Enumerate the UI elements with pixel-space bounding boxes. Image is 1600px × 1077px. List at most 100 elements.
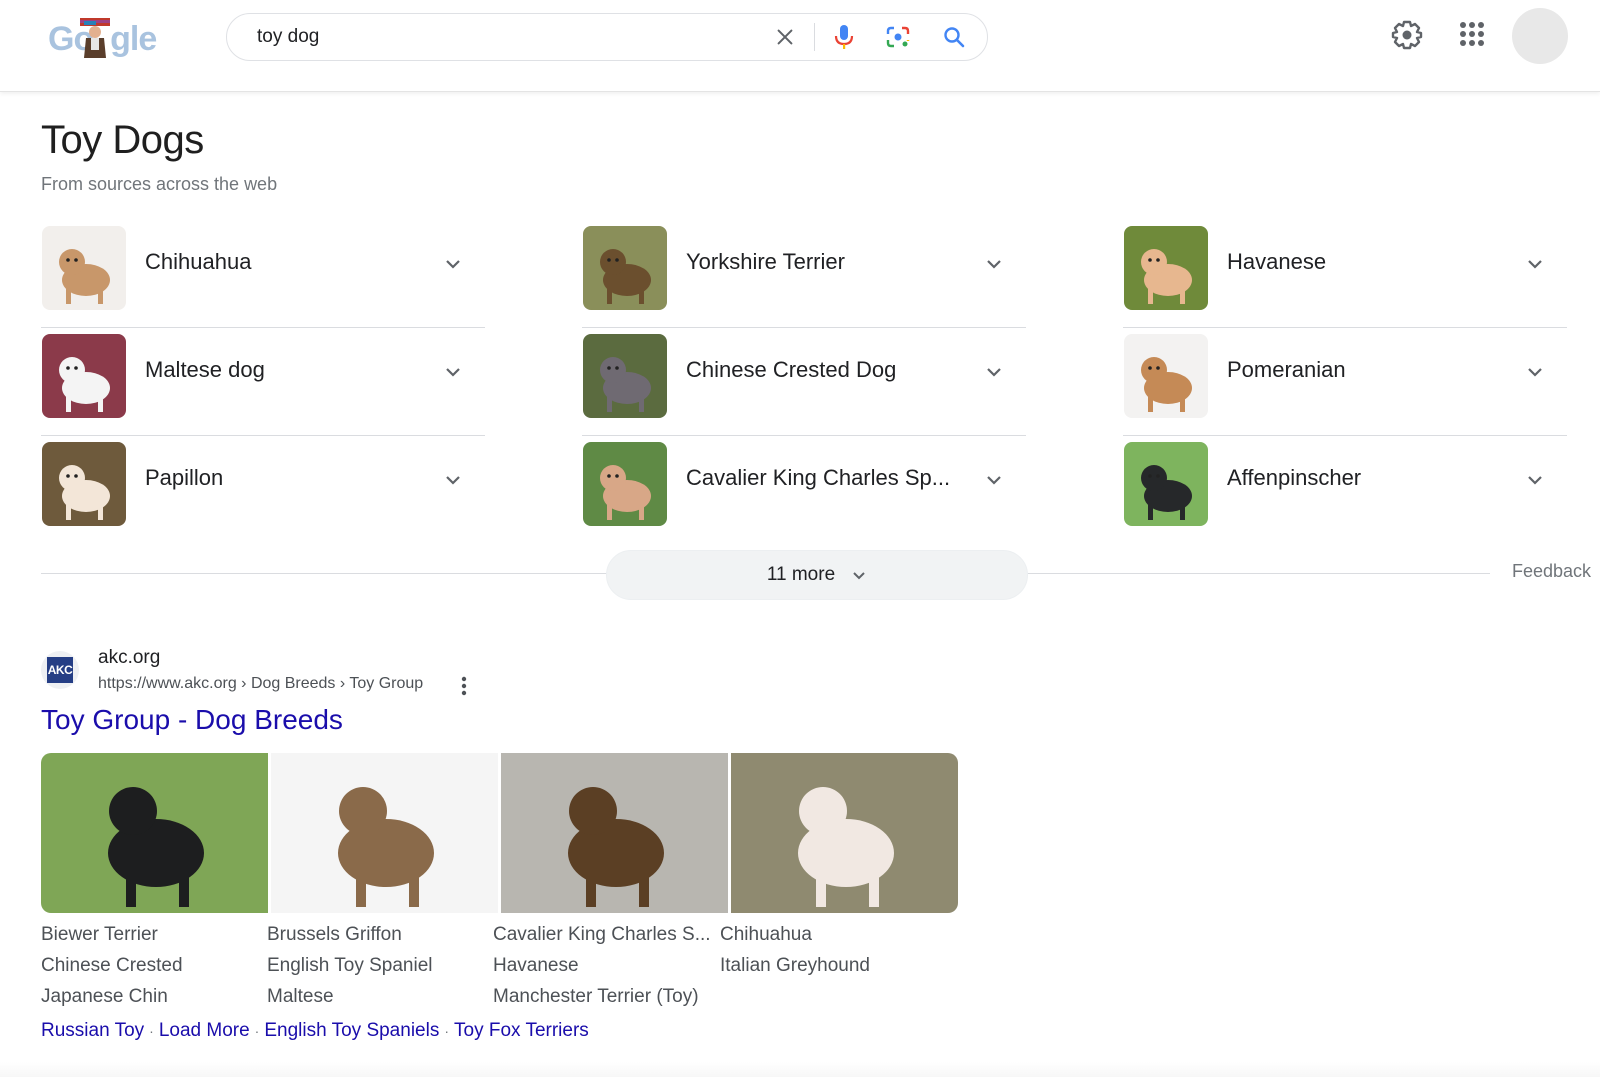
breed-name: Affenpinscher xyxy=(1227,465,1362,490)
breed-link[interactable]: Chinese Crested xyxy=(41,955,273,986)
feedback-link[interactable]: Feedback xyxy=(1512,561,1591,582)
breed-link[interactable]: Havanese xyxy=(493,955,725,986)
dog-photo-icon xyxy=(600,465,651,520)
breed-item[interactable]: Chinese Crested Dog xyxy=(582,328,1026,436)
sitelink[interactable]: Load More xyxy=(159,1020,250,1041)
chevron-down-icon[interactable] xyxy=(1525,362,1545,382)
result-image-strip xyxy=(41,753,958,913)
result-image[interactable] xyxy=(501,753,728,913)
voice-search-button[interactable] xyxy=(829,22,859,52)
dog-photo-icon xyxy=(59,465,110,520)
breed-name: Pomeranian xyxy=(1227,357,1346,382)
chevron-down-icon[interactable] xyxy=(443,470,463,490)
breed-name: Chihuahua xyxy=(145,249,252,274)
more-vert-icon xyxy=(461,676,467,696)
breed-link[interactable]: Japanese Chin xyxy=(41,986,273,1017)
image-search-button[interactable] xyxy=(883,22,913,52)
dog-photo-icon xyxy=(600,357,651,412)
chevron-down-icon[interactable] xyxy=(1525,470,1545,490)
chevron-down-icon[interactable] xyxy=(1525,254,1545,274)
breed-name: Cavalier King Charles Sp... xyxy=(686,465,951,490)
result-image[interactable] xyxy=(731,753,958,913)
dog-photo-icon xyxy=(1141,357,1192,412)
chevron-down-icon[interactable] xyxy=(984,470,1004,490)
panel-title: Toy Dogs xyxy=(41,118,204,162)
result-url-breadcrumb[interactable]: https://www.akc.org › Dog Breeds › Toy G… xyxy=(98,675,423,693)
breed-column: Havanese Pomeranian Affenpinscher xyxy=(1123,220,1567,544)
dog-photo-icon xyxy=(108,787,204,907)
breed-link[interactable]: Italian Greyhound xyxy=(720,955,952,986)
breed-link[interactable]: Biewer Terrier xyxy=(41,924,273,955)
breed-item[interactable]: Chihuahua xyxy=(41,220,485,328)
sitelink[interactable]: Russian Toy xyxy=(41,1020,144,1041)
breed-link-column: Biewer Terrier Chinese Crested Japanese Ch… xyxy=(41,924,273,1017)
breed-item[interactable]: Maltese dog xyxy=(41,328,485,436)
dog-photo-icon xyxy=(59,249,110,304)
site-favicon: AKC xyxy=(41,651,79,689)
microphone-icon xyxy=(834,25,854,49)
sitelink-separator: · xyxy=(254,1023,260,1039)
google-apps-button[interactable] xyxy=(1458,20,1486,48)
breed-link-column: Chihuahua Italian Greyhound xyxy=(720,924,952,986)
breed-thumbnail xyxy=(583,226,667,310)
akc-logo-icon: AKC xyxy=(47,657,73,683)
result-title-link[interactable]: Toy Group - Dog Breeds xyxy=(41,704,343,736)
breed-thumbnail xyxy=(1124,442,1208,526)
account-avatar[interactable] xyxy=(1512,8,1568,64)
breed-link[interactable]: Maltese xyxy=(267,986,499,1017)
breed-thumbnail xyxy=(1124,334,1208,418)
result-site-name[interactable]: akc.org xyxy=(98,647,160,669)
show-more-label: 11 more xyxy=(766,564,836,585)
sitelink-separator: · xyxy=(149,1023,154,1039)
breed-name: Havanese xyxy=(1227,249,1327,274)
search-divider xyxy=(814,23,815,51)
chevron-down-icon[interactable] xyxy=(443,254,463,274)
breed-name: Yorkshire Terrier xyxy=(686,249,845,274)
breed-column: Chihuahua Maltese dog Papillon xyxy=(41,220,485,544)
search-box[interactable] xyxy=(226,13,988,61)
result-image[interactable] xyxy=(271,753,498,913)
top-bar: Go gle xyxy=(0,0,1600,92)
sitelink[interactable]: Toy Fox Terriers xyxy=(454,1020,589,1041)
breed-link[interactable]: Chihuahua xyxy=(720,924,952,955)
breed-link[interactable]: Cavalier King Charles S... xyxy=(493,924,725,955)
breed-item[interactable]: Cavalier King Charles Sp... xyxy=(582,436,1026,544)
settings-button[interactable] xyxy=(1391,19,1423,51)
breed-thumbnail xyxy=(583,442,667,526)
close-icon xyxy=(777,29,793,45)
breed-link-column: Brussels Griffon English Toy Spaniel Malte… xyxy=(267,924,499,1017)
chevron-down-icon[interactable] xyxy=(984,254,1004,274)
panel-subtitle: From sources across the web xyxy=(41,174,278,194)
sitelink[interactable]: English Toy Spaniels xyxy=(264,1020,439,1041)
dog-photo-icon xyxy=(338,787,434,907)
breed-name: Chinese Crested Dog xyxy=(686,357,897,382)
breed-link[interactable]: English Toy Spaniel xyxy=(267,955,499,986)
clear-search-button[interactable] xyxy=(770,22,800,52)
dog-photo-icon xyxy=(59,357,110,412)
chevron-down-icon xyxy=(853,572,865,580)
breed-thumbnail xyxy=(583,334,667,418)
breed-thumbnail xyxy=(42,334,126,418)
result-image[interactable] xyxy=(41,753,268,913)
breed-item[interactable]: Papillon xyxy=(41,436,485,544)
result-options-button[interactable] xyxy=(456,675,472,697)
google-doodle-logo[interactable]: Go gle xyxy=(48,14,160,62)
breed-link[interactable]: Manchester Terrier (Toy) xyxy=(493,986,725,1017)
breed-thumbnail xyxy=(42,226,126,310)
breed-item[interactable]: Affenpinscher xyxy=(1123,436,1567,544)
chevron-down-icon[interactable] xyxy=(984,362,1004,382)
breed-item[interactable]: Pomeranian xyxy=(1123,328,1567,436)
breed-name: Papillon xyxy=(145,465,224,490)
breed-item[interactable]: Havanese xyxy=(1123,220,1567,328)
dog-photo-icon xyxy=(1141,249,1192,304)
breed-item[interactable]: Yorkshire Terrier xyxy=(582,220,1026,328)
search-input[interactable] xyxy=(257,24,737,50)
search-button[interactable] xyxy=(939,22,969,52)
show-more-button[interactable]: 11 more xyxy=(606,550,1028,600)
result-sitelinks: Russian Toy · Load More · English Toy Spanie… xyxy=(41,1020,589,1042)
breed-link[interactable]: Brussels Griffon xyxy=(267,924,499,955)
sitelink-separator: · xyxy=(444,1023,449,1039)
apps-grid-icon xyxy=(1460,22,1484,46)
breed-thumbnail xyxy=(42,442,126,526)
chevron-down-icon[interactable] xyxy=(443,362,463,382)
